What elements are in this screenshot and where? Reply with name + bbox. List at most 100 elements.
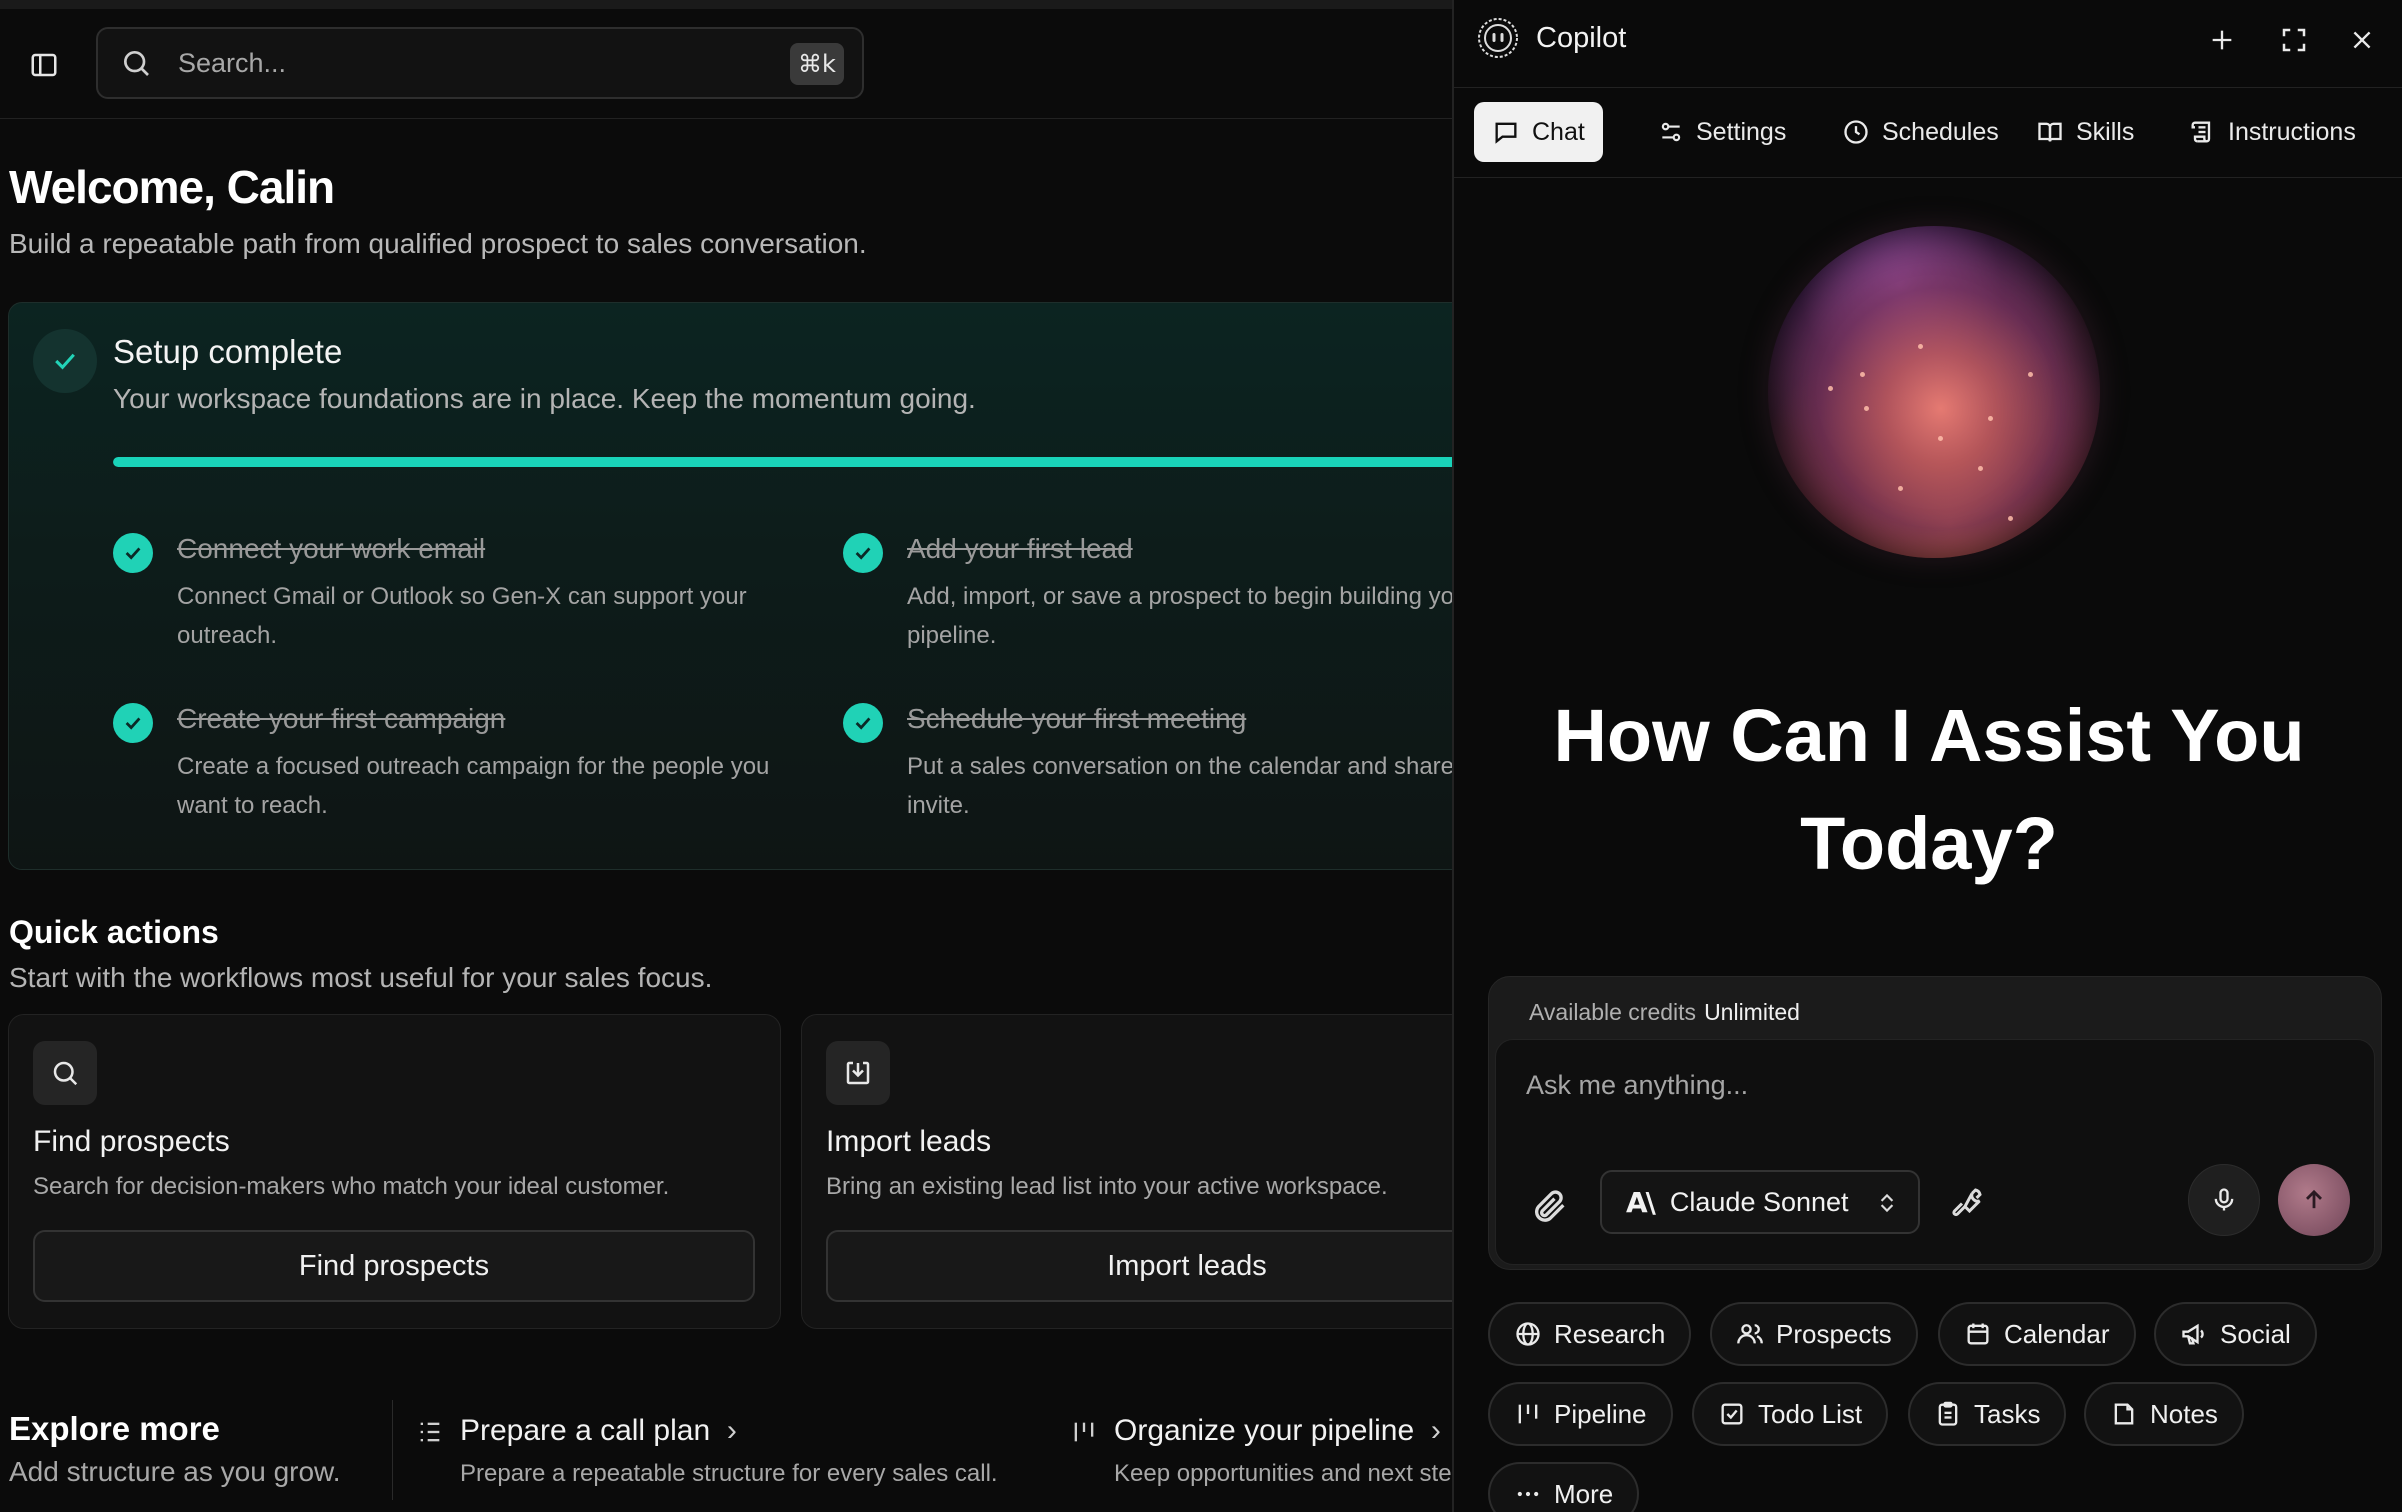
copilot-logo-icon [1478, 18, 1518, 58]
chip-more[interactable]: More [1488, 1462, 1640, 1512]
orb-sparkle [1860, 372, 1865, 377]
chip-tasks[interactable]: Tasks [1908, 1382, 2067, 1446]
anthropic-logo-icon: A\ [1626, 1185, 1656, 1219]
explore-divider [392, 1400, 393, 1500]
plus-icon [2212, 30, 2232, 50]
task-check-icon [843, 533, 883, 573]
quick-action-desc: Search for decision-makers who match you… [33, 1173, 670, 1200]
task-desc: Put a sales conversation on the calendar… [907, 753, 1452, 819]
attach-button[interactable] [1530, 1186, 1570, 1226]
chip-notes[interactable]: Notes [2084, 1382, 2244, 1446]
scroll-icon [2191, 121, 2211, 143]
setup-card: Setup complete Your workspace foundation… [8, 302, 1452, 870]
quick-actions-subtitle: Start with the workflows most useful for… [9, 962, 713, 993]
chat-input-box: A\ Claude Sonnet [1495, 1039, 2375, 1265]
chip-prospects[interactable]: Prospects [1710, 1302, 1918, 1366]
quick-action-card-import-leads: Import leads Bring an existing lead list… [801, 1014, 1452, 1329]
task-title: Schedule your first meeting [907, 703, 1247, 734]
arrow-up-icon [2306, 1189, 2322, 1209]
tab-schedules[interactable]: Schedules [1824, 102, 2017, 162]
close-icon [2353, 31, 2371, 49]
model-name: Claude Sonnet [1669, 1186, 1849, 1217]
find-prospects-button[interactable]: Find prospects [33, 1230, 755, 1302]
send-button[interactable] [2278, 1164, 2350, 1236]
chat-composer: Available creditsUnlimited A\ Claude Son… [1488, 976, 2382, 1270]
expand-icon [2282, 28, 2306, 52]
sidebar-icon [31, 53, 57, 77]
task-title: Connect your work email [177, 533, 486, 564]
wrench-icon[interactable] [1950, 1184, 1986, 1220]
quick-actions-title: Quick actions [9, 914, 219, 950]
setup-progress-fill [113, 457, 1452, 467]
search-input[interactable] [178, 43, 738, 83]
search-icon [123, 51, 149, 76]
expand-button[interactable] [2274, 20, 2314, 60]
chip-calendar[interactable]: Calendar [1938, 1302, 2136, 1366]
orb-sparkle [2028, 372, 2033, 377]
assistant-heading: How Can I Assist You Today? [1553, 694, 2305, 885]
quick-action-card-find-prospects: Find prospects Search for decision-maker… [8, 1014, 781, 1329]
checkbox-icon [1721, 1403, 1743, 1425]
copilot-tabs: Chat Settings Schedules Skills Instructi… [1454, 88, 2402, 178]
task-desc: Connect Gmail or Outlook so Gen-X can su… [177, 583, 747, 649]
tab-chat[interactable]: Chat [1474, 102, 1603, 162]
orb-sparkle [2008, 516, 2013, 521]
import-icon [826, 1041, 890, 1105]
setup-check-badge [33, 329, 97, 393]
megaphone-icon [2182, 1323, 2204, 1345]
globe-icon [1516, 1322, 1540, 1346]
credits-value: Unlimited [1704, 999, 1800, 1025]
task-title: Create your first campaign [177, 703, 506, 734]
chip-social[interactable]: Social [2154, 1302, 2317, 1366]
explore-title: Explore more [9, 1410, 220, 1447]
copilot-header: Copilot [1454, 0, 2402, 88]
orb-sparkle [1938, 436, 1943, 441]
chevron-right-icon: › [1430, 1414, 1441, 1447]
top-strip [0, 0, 1452, 9]
new-chat-button[interactable] [2202, 20, 2242, 60]
tab-instructions[interactable]: Instructions [2170, 102, 2374, 162]
copilot-panel: Copilot Chat Settings Schedules Skills I… [1452, 0, 2402, 1512]
chevron-updown-icon [1880, 1193, 1894, 1213]
chip-research[interactable]: Research [1488, 1302, 1692, 1366]
quick-action-desc: Bring an existing lead list into your ac… [826, 1173, 1388, 1200]
sidebar-toggle-button[interactable] [26, 47, 62, 83]
task-desc: Add, import, or save a prospect to begin… [907, 583, 1452, 649]
model-selector[interactable]: A\ Claude Sonnet [1600, 1170, 1920, 1234]
setup-subtitle: Your workspace foundations are in place.… [113, 383, 976, 414]
main-content: ⌘k Welcome, Calin Build a repeatable pat… [0, 0, 1452, 1512]
explore-item-desc: Prepare a repeatable structure for every… [460, 1460, 998, 1487]
explore-item-desc: Keep opportunities and next steps organi… [1114, 1460, 1452, 1487]
top-bar: ⌘k [0, 9, 1452, 119]
copilot-title: Copilot [1536, 22, 1627, 54]
chat-icon [1495, 122, 1517, 144]
quick-action-title: Import leads [826, 1125, 992, 1158]
page-title: Welcome, Calin [9, 161, 335, 213]
task-check-icon [113, 533, 153, 573]
task-title: Add your first lead [907, 533, 1133, 564]
search-box[interactable]: ⌘k [96, 27, 864, 99]
task-check-icon [113, 703, 153, 743]
note-icon [2114, 1403, 2134, 1425]
settings-sliders-icon [1661, 122, 1681, 142]
chip-pipeline[interactable]: Pipeline [1488, 1382, 1673, 1446]
task-desc: Create a focused outreach campaign for t… [177, 753, 770, 819]
import-leads-button[interactable]: Import leads [826, 1230, 1452, 1302]
microphone-button[interactable] [2188, 1164, 2260, 1236]
tab-settings[interactable]: Settings [1640, 102, 1804, 162]
orb-sparkle [1828, 386, 1833, 391]
explore-item-title: Prepare a call plan › [460, 1414, 737, 1447]
explore-subtitle: Add structure as you grow. [9, 1456, 341, 1487]
check-icon [55, 353, 75, 370]
chip-todo-list[interactable]: Todo List [1692, 1382, 1889, 1446]
close-button[interactable] [2342, 20, 2382, 60]
orb-sparkle [1918, 344, 1923, 349]
tab-skills[interactable]: Skills [2018, 102, 2152, 162]
microphone-icon [2214, 1188, 2234, 1211]
clock-icon [1844, 120, 1868, 144]
pipeline-icon [1074, 1422, 1094, 1442]
assistant-orb [1768, 226, 2100, 558]
quick-action-title: Find prospects [33, 1125, 230, 1158]
chat-input[interactable] [1526, 1070, 2346, 1120]
orb-sparkle [1978, 466, 1983, 471]
